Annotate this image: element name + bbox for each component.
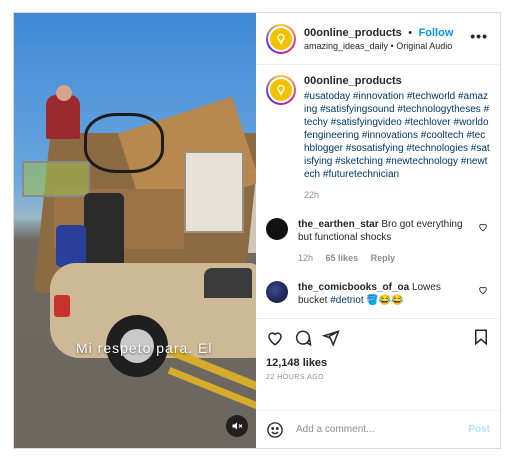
comment-meta: 12h 65 likes Reply <box>298 252 468 265</box>
caption-hashtags[interactable]: #usatoday #innovation #techworld #amazin… <box>304 91 490 180</box>
reply-button[interactable]: Reply <box>371 253 396 263</box>
car-taillight <box>54 295 70 317</box>
avatar[interactable] <box>266 281 288 303</box>
separator-dot: • <box>408 26 413 39</box>
post-dialog: Mi respeto para. El 00online_products • <box>13 12 501 449</box>
post-timestamp: 22 HOURS AGO <box>266 374 325 381</box>
avatar[interactable] <box>266 23 296 54</box>
avatar[interactable] <box>266 75 296 105</box>
cargo-basket <box>22 161 90 197</box>
share-icon[interactable] <box>322 329 340 347</box>
comments-list[interactable]: 00online_products #usatoday #innovation … <box>256 65 500 318</box>
comment-composer: Add a comment... Post <box>256 410 500 448</box>
comment-item: the_comicbooks_of_oa Lowes bucket #detri… <box>266 281 490 307</box>
avatar[interactable] <box>266 218 288 240</box>
heart-icon[interactable] <box>478 222 488 232</box>
comment-body: the_comicbooks_of_oa Lowes bucket #detri… <box>298 281 468 307</box>
action-icons <box>266 327 490 349</box>
video-overlay-text: Mi respeto para. El <box>76 340 213 356</box>
comment-body: the_earthen_star Bro got everything but … <box>298 218 468 265</box>
comment-likes[interactable]: 65 likes <box>326 253 359 263</box>
comment-username[interactable]: the_earthen_star <box>298 219 379 230</box>
header-text: 00online_products • Follow amazing_ideas… <box>304 25 453 53</box>
comment-username[interactable]: the_comicbooks_of_oa <box>298 282 409 293</box>
wheelchair-frame <box>84 113 164 173</box>
comment-hashtag[interactable]: #detriot <box>330 295 363 306</box>
caption-time: 22h <box>304 190 320 200</box>
lightbulb-icon <box>277 33 285 44</box>
man-figure <box>46 95 80 139</box>
speaker-muted-icon <box>232 422 243 430</box>
comment-item: the_earthen_star Bro got everything but … <box>266 218 490 265</box>
lightbulb-icon <box>277 84 285 96</box>
more-options-icon[interactable]: ••• <box>470 29 488 43</box>
emoji-icon[interactable] <box>266 421 284 439</box>
post-side-panel: 00online_products • Follow amazing_ideas… <box>256 13 500 448</box>
audio-line[interactable]: amazing_ideas_daily • Original Audio <box>304 40 453 53</box>
action-bar: 12,148 likes 22 HOURS AGO <box>256 318 500 410</box>
caption-username[interactable]: 00online_products <box>304 75 490 88</box>
car-window <box>204 268 252 298</box>
mute-button[interactable] <box>226 415 248 437</box>
header-username[interactable]: 00online_products <box>304 27 402 39</box>
comment-icon[interactable] <box>294 329 312 347</box>
cargo-box <box>184 151 244 233</box>
likes-count[interactable]: 12,148 likes <box>266 357 490 369</box>
bookmark-icon[interactable] <box>472 328 490 346</box>
post-header: 00online_products • Follow amazing_ideas… <box>256 13 500 65</box>
blue-cooler <box>56 225 86 267</box>
post-video[interactable]: Mi respeto para. El <box>14 13 256 448</box>
man-head <box>56 85 72 101</box>
comment-emoji: 🪣😂😂 <box>366 295 404 306</box>
caption-body: 00online_products #usatoday #innovation … <box>304 75 490 202</box>
follow-button[interactable]: Follow <box>419 27 454 39</box>
heart-icon[interactable] <box>478 285 488 295</box>
post-button[interactable]: Post <box>468 424 490 435</box>
comment-time: 12h <box>298 253 314 263</box>
caption-row: 00online_products #usatoday #innovation … <box>266 75 490 202</box>
heart-icon[interactable] <box>266 329 284 347</box>
comment-input[interactable]: Add a comment... <box>296 424 468 435</box>
